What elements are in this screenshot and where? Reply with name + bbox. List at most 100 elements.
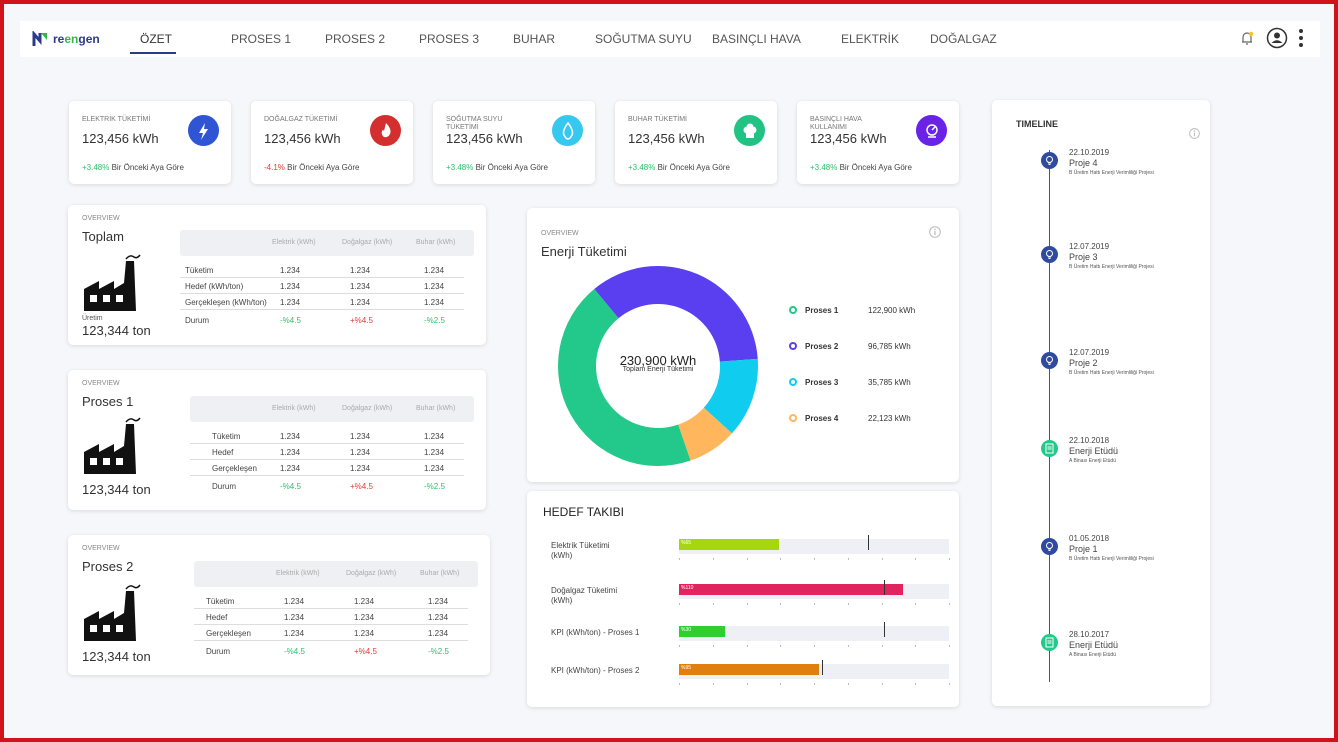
- table-row: Durum -%4.5 +%4.5 -%2.5: [180, 314, 464, 328]
- factory-icon: [84, 417, 141, 474]
- legend-value: 96,785 kWh: [868, 342, 911, 351]
- kpi-card[interactable]: BASINÇLI HAVA KULLANIMI 123,456 kWh +3.48%…: [797, 101, 959, 184]
- cell-value: -%4.5: [280, 482, 301, 491]
- legend-item[interactable]: Proses 4 22,123 kWh: [789, 413, 939, 425]
- cell-value: 1.234: [350, 298, 371, 307]
- row-label: Hedef (kWh/ton): [185, 282, 244, 291]
- card-title: Proses 1: [82, 394, 134, 409]
- goal-tick: [679, 683, 680, 685]
- kpi-card[interactable]: BUHAR TÜKETİMİ 123,456 kWh +3.48% Bir Önce…: [615, 101, 777, 184]
- tab-proses-2[interactable]: PROSES 2: [325, 32, 385, 46]
- table-row: Gerçekleşen 1.234 1.234 1.234: [190, 462, 464, 476]
- production-label: Üretim: [82, 315, 103, 322]
- top-navbar: reengen ÖZET PROSES 1 PROSES 2 PROSES 3 BUHA…: [20, 21, 1320, 57]
- timeline-date: 12.07.2019: [1069, 242, 1110, 251]
- timeline-item[interactable]: 12.07.2019 Proje 3 B Üretim Hattı Enerji V…: [1041, 242, 1199, 282]
- tab-buhar[interactable]: BUHAR: [513, 32, 555, 46]
- overview-proses1-card: OVERVIEW Proses 1 123,344 ton Elektrik (…: [68, 370, 486, 510]
- timeline-desc: A Binası Enerji Etüdü: [1069, 458, 1116, 464]
- timeline-item[interactable]: 12.07.2019 Proje 2 B Üretim Hattı Enerji V…: [1041, 348, 1199, 388]
- cell-value: +%4.5: [350, 316, 373, 325]
- goal-percent: %95: [681, 665, 692, 671]
- user-avatar-icon[interactable]: [1266, 27, 1288, 49]
- timeline-desc: B Üretim Hattı Enerji Verimliliği Projes…: [1069, 556, 1154, 562]
- top-icons: [1238, 27, 1304, 49]
- tab-özet[interactable]: ÖZET: [140, 32, 172, 46]
- column-header: Elektrik (kWh): [272, 405, 316, 412]
- water-drop-icon: [552, 115, 583, 146]
- cell-value: 1.234: [350, 448, 371, 457]
- goal-tick: [814, 603, 815, 605]
- table-row: Durum -%4.5 +%4.5 -%2.5: [194, 645, 468, 659]
- legend-label: Proses 4: [805, 414, 839, 423]
- cell-value: 1.234: [424, 432, 445, 441]
- timeline-item[interactable]: 01.05.2018 Proje 1 B Üretim Hattı Enerji V…: [1041, 534, 1199, 574]
- kpi-card[interactable]: ELEKTRİK TÜKETİMİ 123,456 kWh +3.48% Bir Ö…: [69, 101, 231, 184]
- goal-percent: %30: [681, 627, 692, 633]
- timeline-desc: B Üretim Hattı Enerji Verimliliği Projes…: [1069, 170, 1154, 176]
- info-icon[interactable]: [1189, 128, 1200, 139]
- logo[interactable]: reengen: [32, 30, 132, 48]
- donut-slice-proses-1[interactable]: [558, 288, 691, 466]
- cell-value: 1.234: [350, 464, 371, 473]
- goal-tick: [881, 683, 883, 685]
- kpi-change-percent: +3.48%: [810, 163, 838, 172]
- more-vertical-icon[interactable]: [1298, 28, 1304, 48]
- kpi-change-percent: +3.48%: [628, 163, 656, 172]
- info-icon[interactable]: [929, 226, 941, 238]
- timeline-item[interactable]: 28.10.2017 Enerji Etüdü A Binası Enerji Et…: [1041, 630, 1199, 670]
- kpi-card[interactable]: DOĞALGAZ TÜKETİMİ 123,456 kWh -4.1% Bir Ön…: [251, 101, 413, 184]
- document-icon: [1041, 440, 1058, 457]
- kpi-change-note: Bir Önceki Aya Göre: [287, 163, 360, 172]
- target-tracking-card: HEDEF TAKIBI Elektrik Tüketimi (kWh) %65 D…: [527, 491, 959, 707]
- cell-value: 1.234: [424, 298, 445, 307]
- cell-value: 1.234: [280, 432, 301, 441]
- donut-slice-proses-2[interactable]: [594, 266, 758, 362]
- kpi-change-note: Bir Önceki Aya Göre: [475, 163, 548, 172]
- kpi-change-note: Bir Önceki Aya Göre: [839, 163, 912, 172]
- legend-item[interactable]: Proses 1 122,900 kWh: [789, 305, 939, 317]
- legend-item[interactable]: Proses 2 96,785 kWh: [789, 341, 939, 353]
- timeline-date: 01.05.2018: [1069, 534, 1110, 543]
- timeline-item[interactable]: 22.10.2018 Enerji Etüdü A Binası Enerji Et…: [1041, 436, 1199, 476]
- goal-tick: [881, 558, 883, 560]
- legend-item[interactable]: Proses 3 35,785 kWh: [789, 377, 939, 389]
- row-label: Hedef: [212, 448, 234, 457]
- column-header: Elektrik (kWh): [276, 570, 320, 577]
- cell-value: 1.234: [280, 282, 301, 291]
- tab-proses-1[interactable]: PROSES 1: [231, 32, 291, 46]
- kpi-title: SOĞUTMA SUYU TÜKETİMİ: [446, 116, 503, 131]
- card-title: Toplam: [82, 229, 124, 244]
- cell-value: -%4.5: [284, 647, 305, 656]
- row-label: Durum: [212, 482, 237, 491]
- tab-proses-3[interactable]: PROSES 3: [419, 32, 479, 46]
- tab-soğutma-suyu[interactable]: SOĞUTMA SUYU: [595, 32, 692, 46]
- active-tab-indicator: [130, 52, 176, 54]
- bell-icon[interactable]: [1238, 29, 1256, 47]
- kpi-title: BASINÇLI HAVA KULLANIMI: [810, 116, 862, 131]
- toplam-table: Elektrik (kWh) Doğalgaz (kWh) Buhar (kWh) T…: [180, 230, 474, 340]
- goal-target-marker: [884, 580, 886, 595]
- timeline-name: Enerji Etüdü: [1069, 640, 1119, 650]
- cell-value: 1.234: [280, 266, 301, 275]
- tab-doğalgaz[interactable]: DOĞALGAZ: [930, 32, 997, 46]
- kpi-title: DOĞALGAZ TÜKETİMİ: [264, 116, 338, 123]
- cell-value: +%4.5: [350, 482, 373, 491]
- timeline-name: Proje 2: [1069, 358, 1098, 368]
- kpi-change: +3.48% Bir Önceki Aya Göre: [446, 163, 548, 172]
- goal-track: %30: [679, 622, 950, 647]
- kpi-card[interactable]: SOĞUTMA SUYU TÜKETİMİ 123,456 kWh +3.48% B…: [433, 101, 595, 184]
- factory-icon: [84, 254, 141, 311]
- table-row: Gerçekleşen 1.234 1.234 1.234: [194, 627, 468, 641]
- table-header: Elektrik (kWh) Doğalgaz (kWh) Buhar (kWh): [190, 396, 474, 422]
- kpi-value: 123,456 kWh: [264, 131, 341, 146]
- tab-basinçli-hava[interactable]: BASINÇLI HAVA: [712, 32, 801, 46]
- cell-value: 1.234: [284, 613, 305, 622]
- tab-elektri̇k[interactable]: ELEKTRİK: [841, 32, 899, 46]
- timeline-name: Proje 3: [1069, 252, 1098, 262]
- column-header: Buhar (kWh): [420, 570, 460, 577]
- timeline-item[interactable]: 22.10.2019 Proje 4 B Üretim Hattı Enerji V…: [1041, 148, 1199, 188]
- goal-tick: [847, 683, 849, 685]
- table-header: Elektrik (kWh) Doğalgaz (kWh) Buhar (kWh): [194, 561, 478, 587]
- cell-value: 1.234: [424, 448, 445, 457]
